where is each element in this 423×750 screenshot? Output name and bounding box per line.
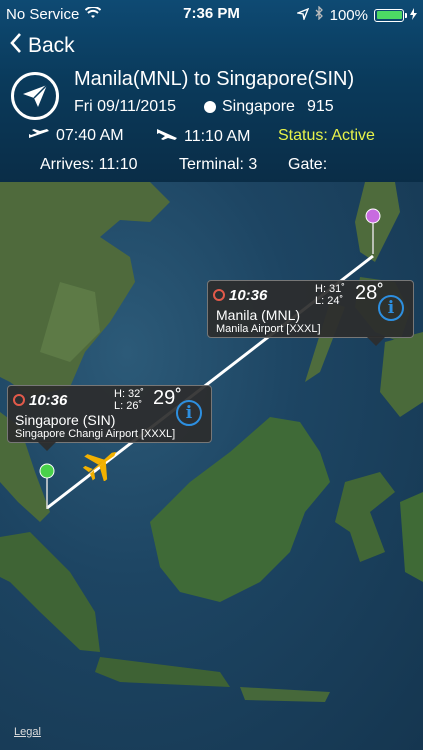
gate-label: Gate:	[288, 156, 328, 173]
terminal-label: Terminal: 3	[179, 156, 258, 173]
destination-high: H: 32˚	[114, 388, 144, 400]
destination-airport: Singapore Changi Airport [XXXL]	[15, 428, 176, 440]
legal-link[interactable]: Legal	[14, 726, 41, 738]
paper-plane-icon	[11, 72, 59, 120]
bluetooth-icon	[315, 5, 324, 24]
takeoff-icon	[28, 127, 50, 145]
chevron-left-icon	[10, 32, 22, 60]
flight-number: 915	[306, 98, 334, 115]
departure: 07:40 AM	[28, 127, 124, 145]
origin-callout-pointer	[366, 336, 386, 346]
origin-city: Manila (MNL)	[216, 307, 301, 323]
battery-icon	[374, 8, 407, 22]
clock-icon	[13, 394, 25, 406]
location-arrow-icon	[295, 7, 309, 24]
flight-route: Manila(MNL) to Singapore(SIN)	[74, 68, 355, 90]
departure-time: 07:40 AM	[56, 127, 124, 144]
origin-low: L: 24˚	[315, 295, 344, 307]
arrival: 11:10 AM	[156, 127, 250, 146]
destination-weather-callout[interactable]: 10:36 H: 32˚ L: 26˚ 29˚ Singapore (SIN) …	[7, 385, 212, 443]
flight-header: No Service 7:36 PM 100% Back Manila(MNL)…	[0, 0, 423, 182]
airline-dot-icon	[204, 101, 216, 113]
clock-icon	[213, 289, 225, 301]
arrives-label: Arrives: 11:10	[40, 156, 138, 173]
back-button[interactable]: Back	[10, 32, 75, 60]
destination-low: L: 26˚	[114, 400, 143, 412]
origin-high-low: H: 31˚ L: 24˚	[315, 283, 345, 307]
battery-percent: 100%	[329, 6, 368, 24]
origin-weather-callout[interactable]: 10:36 H: 31˚ L: 24˚ 28˚ Manila (MNL) Man…	[207, 280, 414, 338]
origin-high: H: 31˚	[315, 283, 345, 295]
flight-times: 07:40 AM 11:10 AM Status: Active	[0, 127, 423, 149]
origin-pin-icon[interactable]	[365, 208, 381, 254]
airline-name: Singapore	[222, 98, 295, 115]
origin-info-button[interactable]: i	[378, 295, 404, 321]
destination-info-button[interactable]: i	[176, 400, 202, 426]
status-bar: No Service 7:36 PM 100%	[0, 0, 423, 28]
destination-high-low: H: 32˚ L: 26˚	[114, 388, 144, 412]
flight-status: Status: Active	[278, 127, 375, 144]
route-map[interactable]: 10:36 H: 31˚ L: 24˚ 28˚ Manila (MNL) Man…	[0, 182, 423, 750]
airplane-icon	[82, 445, 122, 482]
destination-city: Singapore (SIN)	[15, 412, 116, 428]
flight-date: Fri 09/11/2015	[74, 98, 176, 115]
charging-bolt-icon	[410, 7, 417, 24]
airline-info: Singapore 915	[204, 98, 334, 116]
back-label: Back	[28, 34, 75, 57]
origin-airport: Manila Airport [XXXL]	[216, 323, 321, 335]
destination-callout-pointer	[37, 441, 57, 451]
arrival-time: 11:10 AM	[184, 127, 251, 145]
origin-local-time: 10:36	[229, 286, 268, 304]
destination-local-time: 10:36	[29, 391, 68, 409]
destination-pin-icon[interactable]	[39, 463, 55, 509]
landing-icon	[156, 127, 178, 146]
map-landmass	[0, 182, 423, 702]
